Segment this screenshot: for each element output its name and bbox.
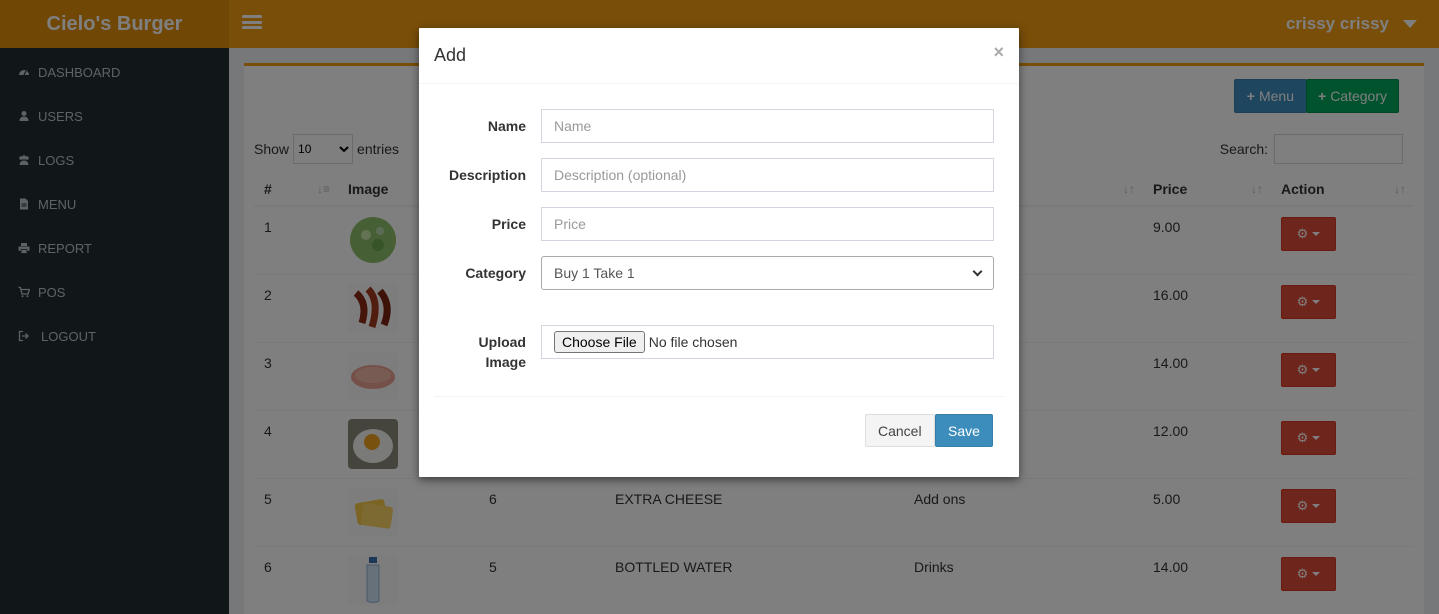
cancel-button[interactable]: Cancel bbox=[865, 414, 935, 447]
description-label: Description bbox=[448, 167, 526, 183]
close-icon[interactable]: × bbox=[993, 42, 1004, 63]
file-status: No file chosen bbox=[648, 334, 738, 350]
add-menu-modal: Add × Name Name Description Description … bbox=[419, 28, 1019, 477]
category-label: Category bbox=[465, 265, 526, 281]
name-label: Name bbox=[487, 118, 526, 134]
file-upload-field: Choose File No file chosen bbox=[541, 325, 994, 359]
modal-header: Add × bbox=[419, 28, 1019, 84]
modal-title: Add bbox=[434, 45, 467, 65]
price-label: Price bbox=[491, 216, 526, 232]
category-select[interactable]: Buy 1 Take 1 bbox=[541, 256, 994, 290]
chevron-down-icon bbox=[972, 266, 983, 276]
upload-image-label: Upload Image bbox=[478, 334, 526, 370]
description-field[interactable]: Description (optional) bbox=[541, 158, 994, 192]
save-button[interactable]: Save bbox=[935, 414, 993, 447]
price-field[interactable]: Price bbox=[541, 207, 994, 241]
choose-file-button[interactable]: Choose File bbox=[554, 331, 645, 353]
name-field[interactable]: Name bbox=[541, 109, 994, 143]
modal-footer-divider bbox=[434, 396, 1004, 397]
